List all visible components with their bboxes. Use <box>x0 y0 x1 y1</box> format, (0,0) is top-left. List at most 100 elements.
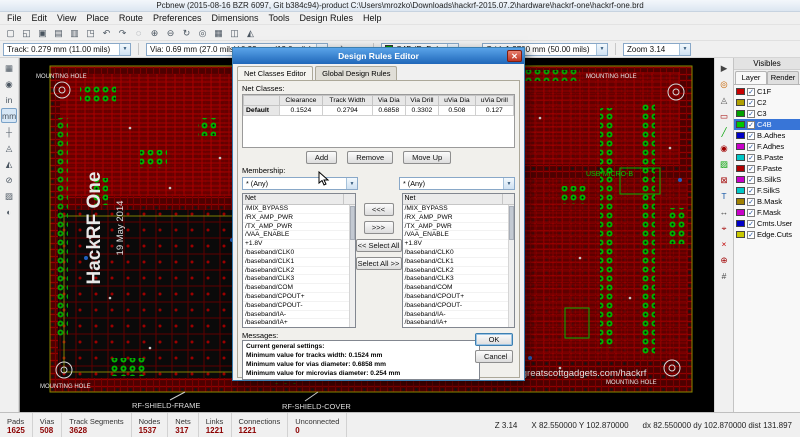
chevron-down-icon[interactable]: ▼ <box>679 44 690 55</box>
move-up-button[interactable]: Move Up <box>403 151 451 164</box>
net-item[interactable]: /baseband/CLK2 <box>403 267 515 276</box>
net-class-cell[interactable]: 0.127 <box>475 106 513 116</box>
net-item[interactable]: /baseband/IA+ <box>243 319 355 328</box>
add-text-icon[interactable]: T <box>716 188 732 203</box>
menu-view[interactable]: View <box>52 13 81 23</box>
grid-toggle-icon[interactable]: ▦ <box>1 60 17 75</box>
net-item[interactable]: /baseband/IA+ <box>403 319 515 328</box>
layer-visibility-checkbox[interactable]: ✓ <box>747 132 755 140</box>
zoom-combo[interactable]: Zoom 3.14 ▼ <box>623 43 691 56</box>
right-filter-combo[interactable]: * (Any) ▼ <box>399 177 515 190</box>
layer-row-b-paste[interactable]: ✓B.Paste <box>734 152 800 163</box>
menu-preferences[interactable]: Preferences <box>148 13 207 23</box>
zoom-fit-icon[interactable]: ◎ <box>195 26 210 40</box>
layer-visibility-checkbox[interactable]: ✓ <box>747 110 755 118</box>
layer-row-c4b[interactable]: ✓C4B <box>734 119 800 130</box>
show-zones-icon[interactable]: ▨ <box>1 188 17 203</box>
net-class-row[interactable]: Default0.15240.27940.68580.33020.5080.12… <box>244 106 514 116</box>
net-item[interactable]: +1.8V <box>243 240 355 249</box>
chevron-down-icon[interactable]: ▼ <box>596 44 607 55</box>
chevron-down-icon[interactable]: ▼ <box>503 178 514 189</box>
track-width-combo[interactable]: Track: 0.279 mm (11.00 mils) ▼ <box>3 43 131 56</box>
layer-row-b-mask[interactable]: ✓B.Mask <box>734 196 800 207</box>
net-item[interactable]: /baseband/CLK1 <box>243 258 355 267</box>
auto-delete-track-icon[interactable]: ⊘ <box>1 172 17 187</box>
net-item[interactable]: /baseband/CLK2 <box>243 267 355 276</box>
zoom-out-icon[interactable]: ⊖ <box>163 26 178 40</box>
add-zone-icon[interactable]: ▨ <box>716 156 732 171</box>
highlight-net-icon[interactable]: ◎ <box>716 76 732 91</box>
polar-coords-icon[interactable]: ◉ <box>1 76 17 91</box>
drill-origin-icon[interactable]: ⊕ <box>716 252 732 267</box>
menu-dimensions[interactable]: Dimensions <box>206 13 263 23</box>
menu-design-rules[interactable]: Design Rules <box>295 13 359 23</box>
net-item[interactable]: /RX_AMP_PWR <box>243 214 355 223</box>
net-item[interactable]: /baseband/CPOUT+ <box>403 293 515 302</box>
add-footprint-icon[interactable]: ▭ <box>716 108 732 123</box>
layer-row-f-adhes[interactable]: ✓F.Adhes <box>734 141 800 152</box>
net-class-cell[interactable]: 0.508 <box>439 106 475 116</box>
menu-tools[interactable]: Tools <box>264 13 295 23</box>
net-item[interactable]: +1.8V <box>403 240 515 249</box>
net-item[interactable]: /MIX_BYPASS <box>403 205 515 214</box>
net-item[interactable]: /VAA_ENABLE <box>243 231 355 240</box>
net-item[interactable]: /baseband/CLK3 <box>243 275 355 284</box>
menu-edit[interactable]: Edit <box>27 13 53 23</box>
net-list-left[interactable]: Net /MIX_BYPASS/RX_AMP_PWR/TX_AMP_PWR/VA… <box>242 193 356 328</box>
layer-row-edge-cuts[interactable]: ✓Edge.Cuts <box>734 229 800 240</box>
net-list-scrollbar[interactable] <box>349 205 355 327</box>
zoom-in-icon[interactable]: ⊕ <box>147 26 162 40</box>
close-icon[interactable]: ✕ <box>507 50 522 62</box>
select-tool-icon[interactable]: ▶ <box>716 60 732 75</box>
net-class-cell[interactable]: 0.3302 <box>405 106 439 116</box>
high-contrast-icon[interactable]: ◐ <box>1 204 17 219</box>
layer-row-b-adhes[interactable]: ✓B.Adhes <box>734 130 800 141</box>
undo-icon[interactable]: ↶ <box>99 26 114 40</box>
layer-visibility-checkbox[interactable]: ✓ <box>747 176 755 184</box>
footprint-editor-icon[interactable]: ▦ <box>211 26 226 40</box>
page-settings-icon[interactable]: ▤ <box>51 26 66 40</box>
menu-help[interactable]: Help <box>358 13 387 23</box>
net-item[interactable]: /baseband/IA- <box>243 311 355 320</box>
tab-net-classes-editor[interactable]: Net Classes Editor <box>237 66 313 80</box>
library-browser-icon[interactable]: ◫ <box>227 26 242 40</box>
layer-visibility-checkbox[interactable]: ✓ <box>747 154 755 162</box>
menu-route[interactable]: Route <box>114 13 148 23</box>
net-list-right[interactable]: Net /MIX_BYPASS/RX_AMP_PWR/TX_AMP_PWR/VA… <box>402 193 516 328</box>
add-target-icon[interactable]: ⌖ <box>716 220 732 235</box>
select-all-left-button[interactable]: << Select All <box>356 239 402 252</box>
print-icon[interactable]: ▥ <box>67 26 82 40</box>
net-item[interactable]: /TX_AMP_PWR <box>243 223 355 232</box>
layer-row-f-paste[interactable]: ✓F.Paste <box>734 163 800 174</box>
layer-visibility-checkbox[interactable]: ✓ <box>747 121 755 129</box>
add-via-icon[interactable]: ◉ <box>716 140 732 155</box>
net-item[interactable]: /RX_AMP_PWR <box>403 214 515 223</box>
net-item[interactable]: /baseband/CLK0 <box>243 249 355 258</box>
open-board-icon[interactable]: ◱ <box>19 26 34 40</box>
tab-global-design-rules[interactable]: Global Design Rules <box>315 66 397 80</box>
layer-row-c3[interactable]: ✓C3 <box>734 108 800 119</box>
chevron-down-icon[interactable]: ▼ <box>346 178 357 189</box>
plot-icon[interactable]: ◳ <box>83 26 98 40</box>
layer-row-b-silks[interactable]: ✓B.SilkS <box>734 174 800 185</box>
net-item[interactable]: /baseband/CPOUT- <box>243 302 355 311</box>
left-filter-combo[interactable]: * (Any) ▼ <box>242 177 358 190</box>
tab-layer[interactable]: Layer <box>735 71 767 84</box>
add-keepout-icon[interactable]: ⊠ <box>716 172 732 187</box>
layer-visibility-checkbox[interactable]: ✓ <box>747 143 755 151</box>
save-board-icon[interactable]: ▣ <box>35 26 50 40</box>
ratsnest-icon[interactable]: ◬ <box>1 140 17 155</box>
viewer-3d-icon[interactable]: ◭ <box>243 26 258 40</box>
menu-place[interactable]: Place <box>81 13 114 23</box>
menu-file[interactable]: File <box>2 13 27 23</box>
move-selected-right-button[interactable]: >>> <box>364 221 394 234</box>
layer-row-f-mask[interactable]: ✓F.Mask <box>734 207 800 218</box>
move-selected-left-button[interactable]: <<< <box>364 203 394 216</box>
cursor-shape-icon[interactable]: ┼ <box>1 124 17 139</box>
module-ratsnest-icon[interactable]: ◭ <box>1 156 17 171</box>
layer-row-c2[interactable]: ✓C2 <box>734 97 800 108</box>
find-icon[interactable]: ◌ <box>131 26 146 40</box>
add-track-icon[interactable]: ╱ <box>716 124 732 139</box>
layer-visibility-checkbox[interactable]: ✓ <box>747 209 755 217</box>
layer-visibility-checkbox[interactable]: ✓ <box>747 220 755 228</box>
